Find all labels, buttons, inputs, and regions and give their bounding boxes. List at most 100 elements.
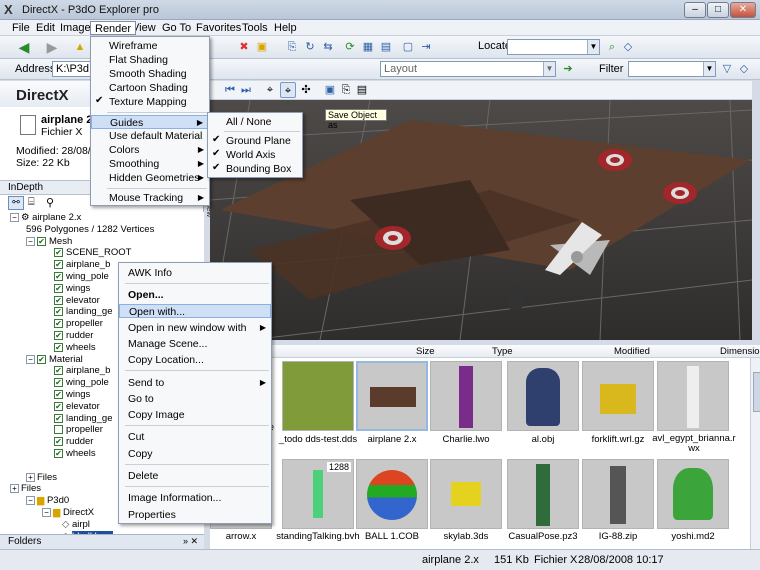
window-icon[interactable]: ▢ <box>400 39 416 55</box>
menu-item-default-material[interactable]: Use default Material <box>91 129 209 143</box>
tree-node[interactable]: ✔ wheels <box>54 342 96 354</box>
search-icon[interactable]: ⌕ <box>604 39 620 55</box>
menu-item-flat-shading[interactable]: Flat Shading <box>91 53 209 67</box>
tree-node[interactable]: + Files <box>10 483 41 495</box>
copy-icon[interactable]: ⎘ <box>284 39 300 55</box>
checkbox[interactable]: ✔ <box>54 295 63 305</box>
forward-icon[interactable]: ▶ <box>44 39 60 55</box>
save-object-icon[interactable]: ▣ <box>322 82 338 98</box>
menu-item-cartoon-shading[interactable]: Cartoon Shading <box>91 81 209 95</box>
tree-node[interactable]: ✔ rudder <box>54 330 93 342</box>
go-icon[interactable]: ➔ <box>560 61 576 77</box>
menu-item-world-axis[interactable]: World Axis <box>208 148 302 162</box>
maximize-button[interactable]: □ <box>707 2 729 18</box>
collapse-icon[interactable]: − <box>10 212 19 222</box>
menu-help[interactable]: Help <box>270 21 301 35</box>
checkbox[interactable]: ✔ <box>37 354 46 364</box>
ctx-cut[interactable]: Cut <box>119 430 271 444</box>
tree-node[interactable]: ✔ wings <box>54 283 90 295</box>
indepth-view-icon[interactable]: ⌸ <box>28 196 35 209</box>
menu-file[interactable]: File <box>8 21 34 35</box>
tree-node[interactable]: propeller <box>54 424 103 436</box>
expand-icon[interactable]: + <box>26 472 35 482</box>
ctx-open[interactable]: Open... <box>119 288 271 302</box>
tree-node[interactable]: − ✔ Mesh <box>26 236 72 248</box>
column-modified[interactable]: Modified <box>614 346 650 357</box>
thumb-ball[interactable] <box>356 459 428 529</box>
tree-node[interactable]: ✔ airplane_b <box>54 259 110 271</box>
tree-node[interactable]: + Files <box>26 472 57 484</box>
camera-icon[interactable]: ⌖ <box>280 82 296 98</box>
menu-item-wireframe[interactable]: Wireframe <box>91 39 209 53</box>
indepth-mode-icon[interactable]: ⚯ <box>8 196 24 210</box>
chevron-down-icon[interactable]: ▼ <box>703 62 715 76</box>
checkbox[interactable]: ✔ <box>54 271 63 281</box>
tree-node[interactable]: ✔ landing_ge <box>54 413 113 425</box>
menu-item-ground-plane[interactable]: Ground Plane <box>208 134 302 148</box>
ctx-copy[interactable]: Copy <box>119 447 271 461</box>
grid-view-icon[interactable]: ▦ <box>360 39 376 55</box>
tree-node[interactable]: 596 Polygones / 1282 Vertices <box>26 224 154 236</box>
folder-up-icon[interactable]: ▲ <box>72 39 88 55</box>
checkbox[interactable]: ✔ <box>54 307 63 317</box>
tree-node[interactable]: ✔ landing_ge <box>54 306 113 318</box>
collapse-icon[interactable]: − <box>42 507 51 517</box>
filter-input[interactable]: ▼ <box>628 61 716 77</box>
checkbox[interactable]: ✔ <box>54 448 63 458</box>
menu-item-smoothing[interactable]: Smoothing ▶ <box>91 157 209 171</box>
back-icon[interactable]: ◀ <box>16 39 32 55</box>
checkbox[interactable]: ✔ <box>54 319 63 329</box>
print-icon[interactable]: ▤ <box>354 82 370 98</box>
thumb-forklift[interactable] <box>582 361 654 431</box>
tree-node[interactable]: − ⚙ airplane 2.x <box>10 212 81 224</box>
menu-item-bounding-box[interactable]: Bounding Box <box>208 162 302 176</box>
menu-tools[interactable]: Tools <box>238 21 272 35</box>
checkbox[interactable]: ✔ <box>54 283 63 293</box>
expand-icon[interactable]: + <box>10 484 19 494</box>
tree-node[interactable]: − ✔ Material <box>26 354 83 366</box>
checkbox[interactable]: ✔ <box>54 248 63 258</box>
tree-node[interactable]: ✔ wheels <box>54 448 96 460</box>
chevron-down-icon[interactable]: ▼ <box>543 62 555 76</box>
first-icon[interactable]: ⏮ <box>222 82 238 98</box>
menu-item-guides[interactable]: Guides ▶ <box>91 115 209 129</box>
column-size[interactable]: Size <box>416 346 434 357</box>
menu-goto[interactable]: Go To <box>158 21 195 35</box>
thumb-charlie[interactable] <box>430 361 502 431</box>
tree-node[interactable]: ✔ wing_pole <box>54 377 109 389</box>
checkbox[interactable]: ✔ <box>54 330 63 340</box>
tree-node[interactable]: ✔ rudder <box>54 436 93 448</box>
collapse-icon[interactable]: − <box>26 354 35 364</box>
ctx-copy-image[interactable]: Copy Image <box>119 408 271 422</box>
tree-node[interactable]: ✔ wings <box>54 389 90 401</box>
menu-edit[interactable]: Edit <box>32 21 59 35</box>
checkbox[interactable]: ✔ <box>37 236 46 246</box>
collapse-icon[interactable]: − <box>26 496 35 506</box>
tree-node[interactable]: ✔ elevator <box>54 401 100 413</box>
ctx-go-to[interactable]: Go to <box>119 392 271 406</box>
column-dimensions[interactable]: Dimensions <box>720 346 760 357</box>
checkbox[interactable]: ✔ <box>54 378 63 388</box>
tree-node[interactable]: ✔ wing_pole <box>54 271 109 283</box>
tree-node[interactable]: ✔ airplane_b <box>54 365 110 377</box>
copy-view-icon[interactable]: ⎘ <box>338 82 354 98</box>
layout-input[interactable]: Layout ▼ <box>380 61 556 77</box>
indepth-tool-icon[interactable]: ⚲ <box>46 196 54 209</box>
orbit-icon[interactable]: ✣ <box>298 82 314 98</box>
ctx-open-with[interactable]: Open with... <box>119 304 271 318</box>
ctx-copy-location[interactable]: Copy Location... <box>119 353 271 367</box>
ctx-manage-scene[interactable]: Manage Scene... <box>119 337 271 351</box>
move-icon[interactable]: ▣ <box>254 39 270 55</box>
ctx-open-new-window[interactable]: Open in new window with ▶ <box>119 321 271 335</box>
ctx-image-information[interactable]: Image Information... <box>119 491 271 505</box>
menu-item-all-none[interactable]: All / None <box>208 115 302 129</box>
checkbox[interactable]: ✔ <box>54 342 63 352</box>
flip-icon[interactable]: ⇆ <box>320 39 336 55</box>
checkbox[interactable]: ✔ <box>54 260 63 270</box>
view-mode-icon[interactable]: ⌖ <box>262 82 278 98</box>
collapse-icon[interactable]: » ✕ <box>183 536 198 547</box>
menu-item-smooth-shading[interactable]: Smooth Shading <box>91 67 209 81</box>
ctx-send-to[interactable]: Send to ▶ <box>119 376 271 390</box>
nav-arrows-icon[interactable]: ◇ <box>620 39 636 55</box>
checkbox[interactable]: ✔ <box>54 413 63 423</box>
